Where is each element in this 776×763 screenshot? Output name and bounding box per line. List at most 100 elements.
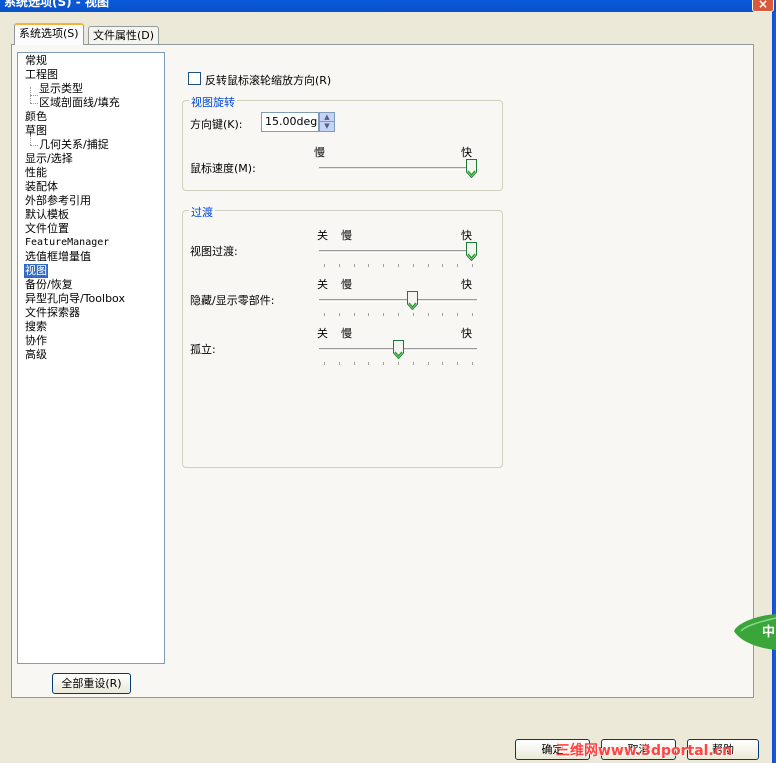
transitions-title: 过渡	[189, 204, 215, 220]
view-transition-label: 视图过渡:	[190, 245, 238, 258]
tree-item-collaboration[interactable]: 协作	[24, 334, 48, 348]
tree-item-default-templates[interactable]: 默认模板	[24, 208, 70, 222]
slider-tick	[383, 264, 384, 267]
tree-item-advanced[interactable]: 高级	[24, 348, 48, 362]
slider-tick	[398, 362, 399, 365]
view-transition-slider-thumb[interactable]	[466, 242, 477, 261]
tree-item-sketch[interactable]: 草图	[24, 124, 48, 138]
tree-item-hatch[interactable]: 区域剖面线/填充	[38, 96, 121, 110]
arrow-keys-input[interactable]: 15.00deg	[261, 112, 319, 132]
isolate-slider-thumb[interactable]	[393, 340, 404, 359]
tree-item-general[interactable]: 常规	[24, 54, 48, 68]
slider-tick	[354, 362, 355, 365]
slider-tick	[339, 362, 340, 365]
slider-tick	[398, 264, 399, 267]
slider-tick	[339, 313, 340, 316]
mouse-speed-slider-track[interactable]	[319, 167, 477, 170]
tree-item-assemblies[interactable]: 装配体	[24, 180, 59, 194]
slider-tick	[368, 362, 369, 365]
mouse-speed-slow-label: 慢	[314, 146, 325, 159]
tree-item-file-explorer[interactable]: 文件探索器	[24, 306, 81, 320]
tree-connector	[30, 145, 38, 146]
slider-tick	[354, 264, 355, 267]
view-transition-slider-track[interactable]	[319, 250, 477, 253]
tree-item-search[interactable]: 搜索	[24, 320, 48, 334]
tree-item-colors[interactable]: 颜色	[24, 110, 48, 124]
slider-tick	[383, 313, 384, 316]
view-rotation-title: 视图旋转	[189, 94, 237, 110]
isolate-off-label: 关	[317, 327, 328, 340]
slider-tick	[457, 362, 458, 365]
view-rotation-group	[182, 100, 503, 191]
slider-tick	[413, 362, 414, 365]
tree-item-drawings[interactable]: 工程图	[24, 68, 59, 82]
tree-item-relations[interactable]: 几何关系/捕捉	[38, 138, 110, 152]
view-transition-slow-label: 慢	[341, 229, 352, 242]
slider-tick	[428, 264, 429, 267]
slider-tick	[339, 264, 340, 267]
tree-connector	[30, 103, 38, 104]
slider-tick	[398, 313, 399, 316]
isolate-label: 孤立:	[190, 343, 216, 356]
hide-show-fast-label: 快	[461, 278, 472, 291]
hide-show-slider-thumb[interactable]	[407, 291, 418, 310]
reset-all-button[interactable]: 全部重设(R)	[52, 673, 131, 694]
tree-item-external-references[interactable]: 外部参考引用	[24, 194, 92, 208]
slider-tick	[457, 264, 458, 267]
slider-tick	[428, 313, 429, 316]
slider-tick	[442, 264, 443, 267]
slider-tick	[413, 313, 414, 316]
isolate-slow-label: 慢	[341, 327, 352, 340]
slider-tick	[383, 362, 384, 365]
slider-tick	[472, 362, 473, 365]
hide-show-off-label: 关	[317, 278, 328, 291]
arrow-keys-spinner[interactable]: ▲ ▼	[319, 112, 335, 132]
slider-tick	[442, 313, 443, 316]
slider-tick	[368, 313, 369, 316]
tree-item-file-locations[interactable]: 文件位置	[24, 222, 70, 236]
leaf-icon: 中	[734, 614, 776, 650]
tree-item-display-style[interactable]: 显示类型	[38, 82, 84, 96]
slider-tick	[457, 313, 458, 316]
slider-tick	[368, 264, 369, 267]
tree-item-display-selection[interactable]: 显示/选择	[24, 152, 74, 166]
tree-connector	[30, 95, 38, 96]
slider-tick	[428, 362, 429, 365]
tree-item-performance[interactable]: 性能	[24, 166, 48, 180]
mouse-speed-label: 鼠标速度(M):	[190, 162, 256, 175]
slider-tick	[324, 264, 325, 267]
slider-tick	[324, 362, 325, 365]
hide-show-slider-track[interactable]	[319, 299, 477, 302]
window-title: 系统选项(S) - 视图	[4, 0, 109, 9]
title-bar: 系统选项(S) - 视图	[0, 0, 776, 12]
slider-tick	[413, 264, 414, 267]
slider-tick	[472, 313, 473, 316]
slider-tick	[442, 362, 443, 365]
tab-system-options[interactable]: 系统选项(S)	[14, 23, 84, 45]
leaf-text: 中	[762, 624, 775, 640]
reverse-wheel-label[interactable]: 反转鼠标滚轮缩放方向(R)	[205, 72, 331, 88]
tree-item-view[interactable]: 视图	[24, 264, 48, 278]
view-transition-off-label: 关	[317, 229, 328, 242]
options-tree[interactable]: 常规 工程图 显示类型 区域剖面线/填充 颜色 草图 几何关系/捕捉 显示/选择…	[17, 52, 165, 664]
spin-down-icon[interactable]: ▼	[320, 122, 334, 131]
slider-tick	[354, 313, 355, 316]
isolate-fast-label: 快	[461, 327, 472, 340]
tree-item-backup[interactable]: 备份/恢复	[24, 278, 74, 292]
slider-tick	[472, 264, 473, 267]
tree-item-featuremanager[interactable]: FeatureManager	[24, 236, 110, 250]
mouse-speed-slider-thumb[interactable]	[466, 159, 477, 178]
arrow-keys-label: 方向键(K):	[190, 118, 243, 131]
tab-document-properties[interactable]: 文件属性(D)	[88, 26, 160, 46]
spin-up-icon[interactable]: ▲	[320, 113, 334, 122]
watermark: 三维网www.3dportal.cn	[556, 743, 733, 759]
hide-show-label: 隐藏/显示零部件:	[190, 294, 275, 307]
tree-item-spin-increments[interactable]: 选值框增量值	[24, 250, 92, 264]
hide-show-slow-label: 慢	[341, 278, 352, 291]
view-transition-fast-label: 快	[461, 229, 472, 242]
slider-tick	[324, 313, 325, 316]
tree-item-hole-wizard[interactable]: 异型孔向导/Toolbox	[24, 292, 126, 306]
mouse-speed-fast-label: 快	[461, 146, 472, 159]
reverse-wheel-checkbox[interactable]	[188, 72, 201, 85]
close-button[interactable]: ×	[752, 0, 774, 12]
